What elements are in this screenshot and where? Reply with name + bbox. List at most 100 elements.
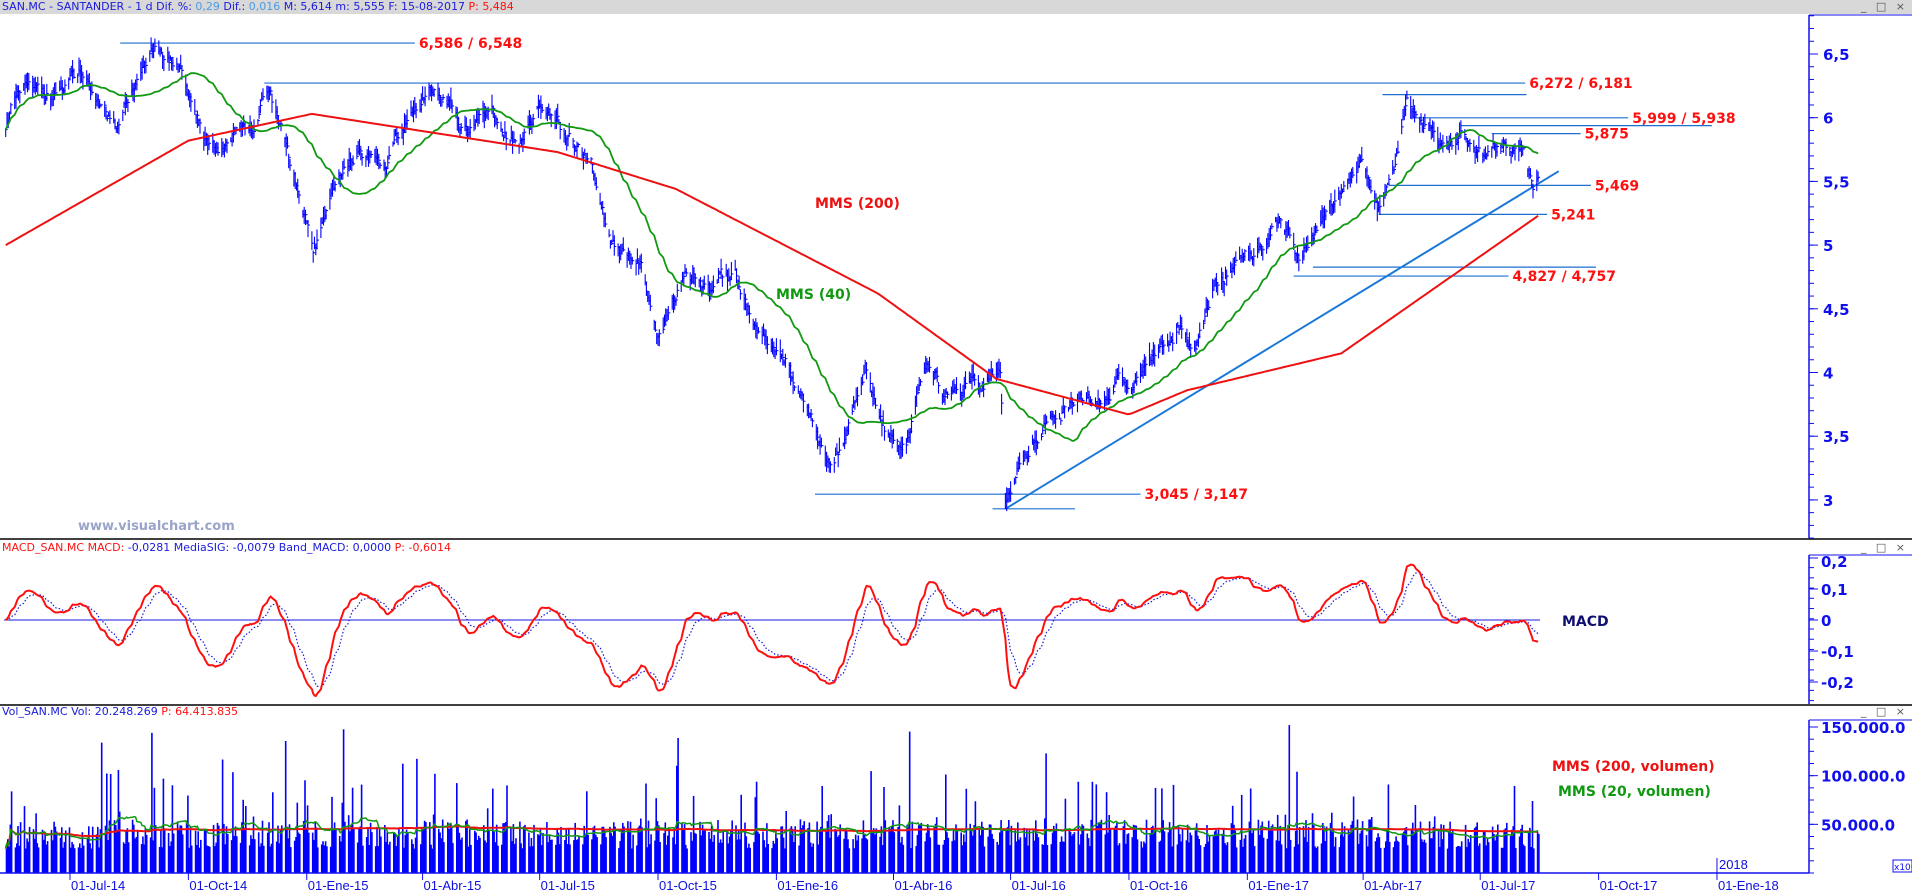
- date-tick-label: 01-Abr-15: [424, 878, 482, 892]
- volume-bar: [380, 836, 382, 873]
- volume-bar: [181, 834, 184, 873]
- macd-line: [5, 563, 1539, 698]
- volume-bar: [1370, 817, 1373, 873]
- volume-bar: [776, 838, 778, 873]
- volume-bar: [605, 837, 607, 873]
- volume-bar: [200, 839, 202, 873]
- volume-bar: [407, 833, 409, 873]
- volume-bar: [1046, 845, 1049, 873]
- volume-bar: [1073, 832, 1076, 873]
- volume-bar: [1280, 844, 1283, 873]
- volume-bar: [1325, 826, 1328, 873]
- volume-bar: [794, 826, 796, 873]
- macd-signal-line: [5, 572, 1539, 688]
- volume-bar: [740, 794, 742, 873]
- volume-bar: [290, 847, 292, 873]
- volume-bar: [1415, 829, 1418, 873]
- volume-bar: [974, 801, 977, 873]
- price-tick-label: 6: [1823, 110, 1833, 128]
- ma200-label: MMS (200): [815, 196, 900, 212]
- volume-bar: [1208, 835, 1211, 873]
- volume-bar: [803, 821, 805, 873]
- volume-bar: [1235, 847, 1238, 873]
- volume-bar: [91, 826, 94, 873]
- volume-bar: [227, 834, 229, 873]
- volume-bar: [650, 834, 652, 873]
- volume-bar: [1082, 825, 1085, 873]
- macd-label: MACD: [1562, 614, 1609, 630]
- volume-bar: [1118, 843, 1121, 873]
- vol-ma200-label: MMS (200, volumen): [1552, 759, 1715, 775]
- volume-tick-label: 150.000.0: [1821, 719, 1905, 737]
- volume-bar: [118, 811, 121, 873]
- volume-bar: [812, 843, 814, 873]
- price-tick-label: 5,5: [1823, 173, 1850, 191]
- date-tick-label: 01-Jul-15: [541, 878, 595, 892]
- volume-bar: [677, 738, 679, 873]
- date-tick-label: 01-Ene-18: [1718, 878, 1779, 892]
- volume-bar: [1190, 835, 1193, 873]
- volume-bar: [109, 774, 112, 873]
- level-label: 4,827 / 4,757: [1513, 269, 1616, 285]
- volume-bar: [1199, 845, 1202, 873]
- macd-tick-label: -0,2: [1821, 674, 1854, 692]
- support-resistance-levels: 6,586 / 6,5486,272 / 6,1815,999 / 5,9385…: [120, 36, 1736, 510]
- volume-bar: [713, 835, 715, 873]
- volume-bar: [100, 742, 103, 873]
- volume-bar: [46, 841, 49, 873]
- volume-bar: [929, 837, 932, 873]
- level-label: 5,241: [1551, 207, 1595, 223]
- volume-bar: [1127, 833, 1130, 873]
- volume-bar: [695, 833, 697, 873]
- volume-bar: [497, 845, 499, 873]
- volume-bar: [145, 834, 148, 873]
- level-label: 6,272 / 6,181: [1529, 76, 1632, 92]
- volume-bar: [1064, 798, 1067, 873]
- volume-bar: [1217, 829, 1220, 873]
- volume-bar: [839, 824, 841, 873]
- volume-bar: [641, 827, 643, 873]
- date-tick-label: 01-Oct-15: [659, 878, 717, 892]
- volume-bar: [136, 830, 139, 873]
- price-bars: [5, 37, 1541, 512]
- volume-bar: [1515, 848, 1517, 873]
- stock-chart[interactable]: 6,586 / 6,5486,272 / 6,1815,999 / 5,9385…: [0, 0, 1912, 892]
- volume-bar: [1442, 824, 1445, 873]
- volume-bar: [956, 831, 959, 873]
- volume-bar: [704, 830, 706, 873]
- volume-bar: [749, 847, 751, 873]
- volume-bar: [443, 842, 445, 873]
- volume-bar: [353, 829, 355, 873]
- watermark: www.visualchart.com: [78, 519, 235, 534]
- volume-bar: [245, 806, 247, 873]
- price-tick-label: 4: [1823, 365, 1833, 383]
- volume-bar: [389, 841, 391, 873]
- volume-bar: [73, 848, 76, 873]
- volume-bar: [1460, 841, 1463, 873]
- date-tick-label: 01-Jul-16: [1012, 878, 1066, 892]
- volume-bar: [154, 825, 157, 873]
- level-label: 5,469: [1595, 178, 1639, 194]
- date-tick-label: 01-Jul-14: [71, 878, 125, 892]
- volume-bar: [542, 833, 544, 873]
- vol-ma20-label: MMS (20, volumen): [1558, 784, 1711, 800]
- volume-bar: [19, 822, 22, 873]
- volume-bar: [1145, 819, 1148, 873]
- date-tick-label: 01-Ene-16: [777, 878, 838, 892]
- volume-bar: [1226, 842, 1229, 873]
- volume-bar: [1028, 830, 1031, 873]
- volume-bar: [1538, 834, 1540, 873]
- volume-bar: [1109, 828, 1112, 873]
- date-tick-label: 01-Abr-16: [894, 878, 952, 892]
- volume-bar: [1379, 847, 1382, 873]
- trendline: [1004, 170, 1560, 510]
- volume-bar: [1397, 841, 1400, 873]
- volume-bar: [758, 833, 760, 873]
- volume-bar: [767, 844, 769, 873]
- volume-bar: [830, 814, 832, 873]
- volume-bar: [1316, 846, 1319, 873]
- date-tick-label: 01-Oct-16: [1130, 878, 1188, 892]
- volume-bar: [1001, 829, 1004, 873]
- volume-bar: [335, 828, 337, 873]
- year-marker: 2018: [1719, 857, 1748, 872]
